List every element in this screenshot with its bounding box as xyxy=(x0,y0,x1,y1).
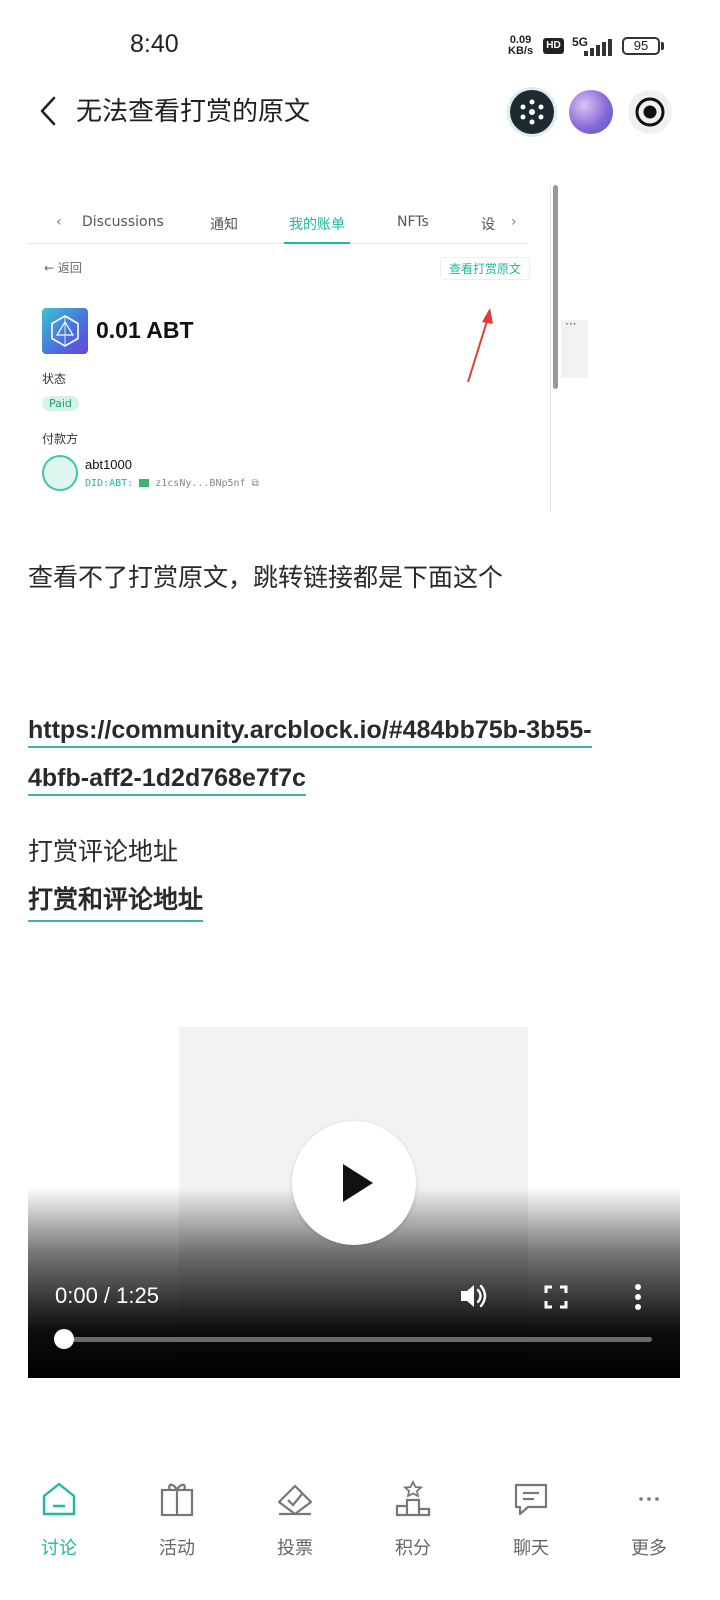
nav-item-chat[interactable]: 聊天 xyxy=(472,1466,590,1566)
battery-tip xyxy=(661,42,664,50)
active-tab-indicator xyxy=(284,242,350,244)
copy-icon: ⧉ xyxy=(251,478,259,489)
nav-item-activities[interactable]: 活动 xyxy=(118,1466,236,1566)
video-progress-track[interactable] xyxy=(64,1337,652,1342)
amount: 0.01 ABT xyxy=(96,317,194,343)
chevron-right-icon: › xyxy=(511,214,517,230)
podium-icon xyxy=(395,1480,431,1517)
arrow-left-icon: ← xyxy=(44,261,55,275)
nav-label-chat: 聊天 xyxy=(513,1538,549,1559)
nav-label-points: 积分 xyxy=(395,1538,431,1559)
back-arrow-icon[interactable] xyxy=(34,94,64,128)
video-progress-knob[interactable] xyxy=(54,1329,74,1349)
tab-nfts: NFTs xyxy=(397,214,429,230)
play-icon xyxy=(343,1164,373,1202)
network-speed-unit: KB/s xyxy=(508,45,534,57)
paragraph-reward-comment: 打赏评论地址 xyxy=(28,837,179,866)
gift-icon xyxy=(160,1483,194,1517)
status-bar: 8:40 0.09 KB/s HD 5G 95 xyxy=(0,0,720,90)
nav-item-discussions[interactable]: 讨论 xyxy=(0,1466,118,1566)
more-icon xyxy=(639,1497,659,1501)
nav-label-more: 更多 xyxy=(631,1538,667,1559)
payer-name: abt1000 xyxy=(85,457,132,472)
tab-settings: 设 xyxy=(481,217,495,233)
nav-item-vote[interactable]: 投票 xyxy=(236,1466,354,1566)
bottom-navigation: 讨论 活动 投票 积分 聊天 更多 xyxy=(0,1466,720,1600)
status-time: 8:40 xyxy=(130,30,179,58)
article-link[interactable]: https://community.arcblock.io/#484bb75b-… xyxy=(28,706,592,802)
back-link: ← 返回 xyxy=(44,259,82,276)
back-label: 返回 xyxy=(57,261,82,275)
nav-label-activities: 活动 xyxy=(159,1538,195,1559)
home-icon xyxy=(42,1482,76,1516)
fullscreen-icon[interactable] xyxy=(539,1280,573,1314)
abt-token-icon xyxy=(42,308,88,354)
video-player[interactable]: 0:00 / 1:25 xyxy=(28,1027,680,1378)
payer-did: DID:ABT: z1csNy...BNp5nf ⧉ xyxy=(85,478,259,489)
vote-icon xyxy=(277,1484,313,1516)
signal-icon xyxy=(584,39,612,56)
payer-label: 付款方 xyxy=(42,432,79,446)
chevron-left-icon: ‹ xyxy=(56,214,62,230)
did-color-icon xyxy=(139,479,150,487)
hd-badge: HD xyxy=(543,38,564,54)
record-icon xyxy=(635,97,665,127)
network-speed: 0.09 KB/s xyxy=(508,35,533,57)
link-line-1[interactable]: https://community.arcblock.io/#484bb75b-… xyxy=(28,716,592,748)
arcblock-app-icon[interactable] xyxy=(510,90,554,134)
volume-icon[interactable] xyxy=(456,1279,490,1313)
did-value: z1csNy...BNp5nf xyxy=(155,478,246,489)
view-original-button: 查看打赏原文 xyxy=(440,257,531,280)
paragraph-description: 查看不了打赏原文，跳转链接都是下面这个 xyxy=(28,563,504,592)
record-button[interactable] xyxy=(628,90,672,134)
user-avatar[interactable] xyxy=(569,90,613,134)
scrollbar-thumb xyxy=(553,185,558,389)
status-label: 状态 xyxy=(42,372,67,386)
play-button[interactable] xyxy=(292,1121,416,1245)
tab-discussions: Discussions xyxy=(82,214,164,230)
video-time: 0:00 / 1:25 xyxy=(55,1283,159,1308)
payer-avatar xyxy=(42,455,78,491)
red-arrow-annotation xyxy=(467,308,493,383)
chat-icon xyxy=(514,1483,548,1516)
more-vertical-icon[interactable] xyxy=(624,1280,652,1314)
reward-comment-link[interactable]: 打赏和评论地址 xyxy=(28,880,204,922)
hexagon-network-icon xyxy=(520,99,544,125)
nav-item-points[interactable]: 积分 xyxy=(354,1466,472,1566)
nav-label-discussions: 讨论 xyxy=(41,1538,77,1559)
nav-label-vote: 投票 xyxy=(277,1538,313,1559)
page-title: 无法查看打赏的原文 xyxy=(76,97,311,127)
tab-notifications: 通知 xyxy=(210,217,238,233)
tab-my-bills: 我的账单 xyxy=(289,217,345,233)
status-badge: Paid xyxy=(42,396,79,411)
nav-item-more[interactable]: 更多 xyxy=(590,1466,708,1566)
link-line-2[interactable]: 4bfb-aff2-1d2d768e7f7c xyxy=(28,764,306,796)
more-dots-icon: ··· xyxy=(565,317,577,331)
embedded-screenshot: ‹ Discussions 通知 我的账单 NFTs 设 › ← 返回 查看打赏… xyxy=(28,180,588,512)
did-prefix: DID:ABT: xyxy=(85,478,134,489)
battery-icon: 95 xyxy=(622,37,660,55)
